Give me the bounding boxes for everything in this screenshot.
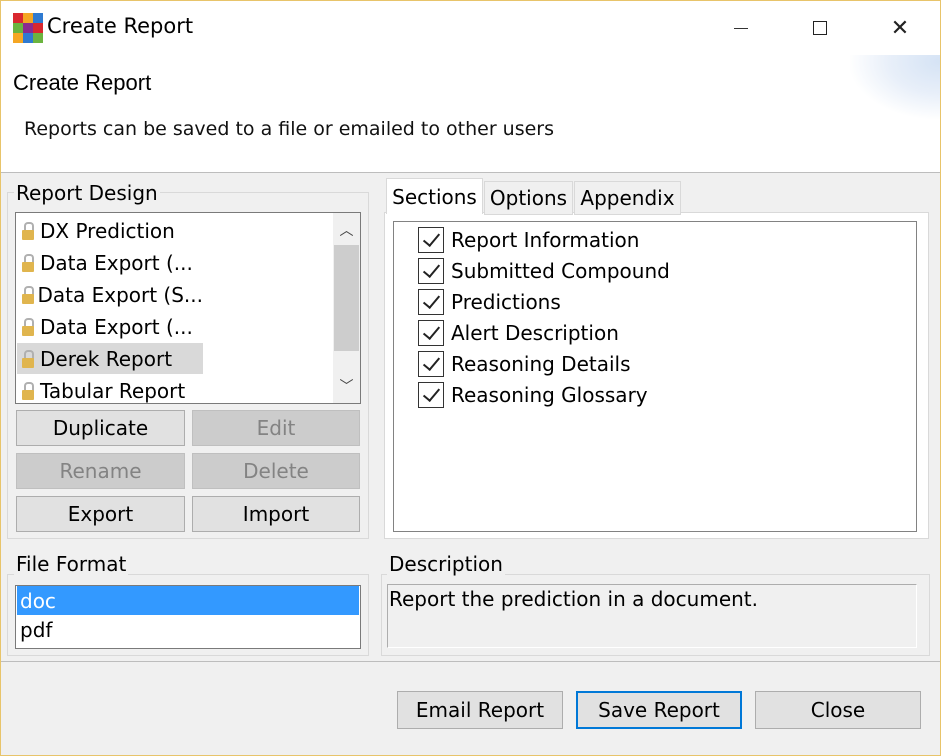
vertical-scrollbar[interactable]: ︿ ﹀: [333, 213, 360, 403]
import-button[interactable]: Import: [192, 496, 360, 532]
section-item[interactable]: Report Information: [418, 225, 639, 254]
rename-button[interactable]: Rename: [16, 453, 185, 489]
section-label: Report Information: [451, 227, 640, 252]
dialog-header: Create Report Reports can be saved to a …: [1, 55, 940, 173]
section-label: Predictions: [451, 289, 561, 314]
sections-checklist[interactable]: Report Information Submitted Compound Pr…: [393, 221, 917, 532]
lock-icon: [21, 285, 35, 304]
maximize-button[interactable]: [780, 1, 860, 55]
list-item-label: Data Export (...: [40, 250, 193, 275]
scroll-up-button[interactable]: ︿: [333, 215, 360, 245]
maximize-icon: [813, 21, 827, 35]
section-item[interactable]: Reasoning Details: [418, 349, 631, 378]
section-item[interactable]: Reasoning Glossary: [418, 380, 648, 409]
list-item[interactable]: Data Export (...: [17, 247, 203, 278]
section-label: Alert Description: [451, 320, 619, 345]
lock-icon: [21, 381, 35, 400]
section-label: Submitted Compound: [451, 258, 670, 283]
app-logo-icon: [13, 13, 43, 43]
title-bar: Create Report ✕: [1, 1, 940, 55]
close-icon: ✕: [890, 15, 910, 41]
checkbox[interactable]: [418, 226, 444, 253]
list-item-selected[interactable]: Derek Report: [17, 343, 203, 374]
report-design-label: Report Design: [14, 181, 160, 205]
format-option-label: pdf: [20, 617, 53, 642]
description-text: Report the prediction in a document.: [389, 587, 759, 611]
delete-button[interactable]: Delete: [192, 453, 360, 489]
create-report-window: Create Report ✕ Create Report Reports ca…: [0, 0, 941, 756]
export-button[interactable]: Export: [16, 496, 185, 532]
list-item[interactable]: Data Export (S...: [17, 279, 203, 310]
file-format-list[interactable]: doc pdf: [15, 585, 361, 649]
checkbox[interactable]: [418, 350, 444, 377]
checkbox[interactable]: [418, 288, 444, 315]
tab-options[interactable]: Options: [484, 181, 573, 215]
section-item[interactable]: Predictions: [418, 287, 561, 316]
edit-button[interactable]: Edit: [192, 410, 360, 446]
chevron-up-icon: ︿: [339, 223, 354, 239]
footer-separator: [1, 661, 940, 662]
list-item[interactable]: Tabular Report: [17, 375, 203, 403]
dialog-title: Create Report: [13, 70, 152, 95]
minimize-icon: [734, 27, 748, 29]
format-option[interactable]: pdf: [17, 615, 359, 644]
list-item-label: Derek Report: [40, 346, 173, 371]
lock-icon: [21, 221, 35, 240]
list-item[interactable]: Data Export (...: [17, 311, 203, 342]
lock-icon: [21, 349, 35, 368]
scroll-thumb[interactable]: [334, 245, 359, 351]
lock-icon: [21, 253, 35, 272]
header-decoration: [850, 55, 940, 119]
window-title: Create Report: [47, 14, 194, 38]
section-label: Reasoning Glossary: [451, 382, 648, 407]
close-button[interactable]: Close: [755, 691, 921, 729]
description-text-box: Report the prediction in a document.: [387, 584, 917, 648]
chevron-down-icon: ﹀: [339, 379, 354, 395]
duplicate-button[interactable]: Duplicate: [16, 410, 185, 446]
checkbox[interactable]: [418, 257, 444, 284]
list-item-label: Data Export (...: [40, 314, 193, 339]
list-item[interactable]: DX Prediction: [17, 215, 203, 246]
checkbox[interactable]: [418, 381, 444, 408]
email-report-button[interactable]: Email Report: [397, 691, 563, 729]
section-item[interactable]: Alert Description: [418, 318, 619, 347]
list-item-label: DX Prediction: [40, 218, 175, 243]
section-label: Reasoning Details: [451, 351, 631, 376]
format-option-selected[interactable]: doc: [17, 586, 359, 615]
checkbox[interactable]: [418, 319, 444, 346]
dialog-subtitle: Reports can be saved to a file or emaile…: [24, 118, 555, 140]
list-item-label: Data Export (S...: [37, 282, 203, 307]
scroll-down-button[interactable]: ﹀: [333, 371, 360, 401]
tab-sections[interactable]: Sections: [386, 178, 483, 214]
lock-icon: [21, 317, 35, 336]
description-label: Description: [387, 552, 505, 576]
minimize-button[interactable]: [701, 1, 781, 55]
save-report-button[interactable]: Save Report: [576, 691, 742, 729]
list-item-label: Tabular Report: [40, 378, 186, 403]
tab-appendix[interactable]: Appendix: [574, 181, 681, 215]
close-window-button[interactable]: ✕: [860, 1, 940, 55]
format-option-label: doc: [20, 588, 56, 613]
file-format-label: File Format: [14, 552, 129, 576]
report-design-list[interactable]: DX Prediction Data Export (... Data Expo…: [15, 212, 361, 404]
section-item[interactable]: Submitted Compound: [418, 256, 670, 285]
